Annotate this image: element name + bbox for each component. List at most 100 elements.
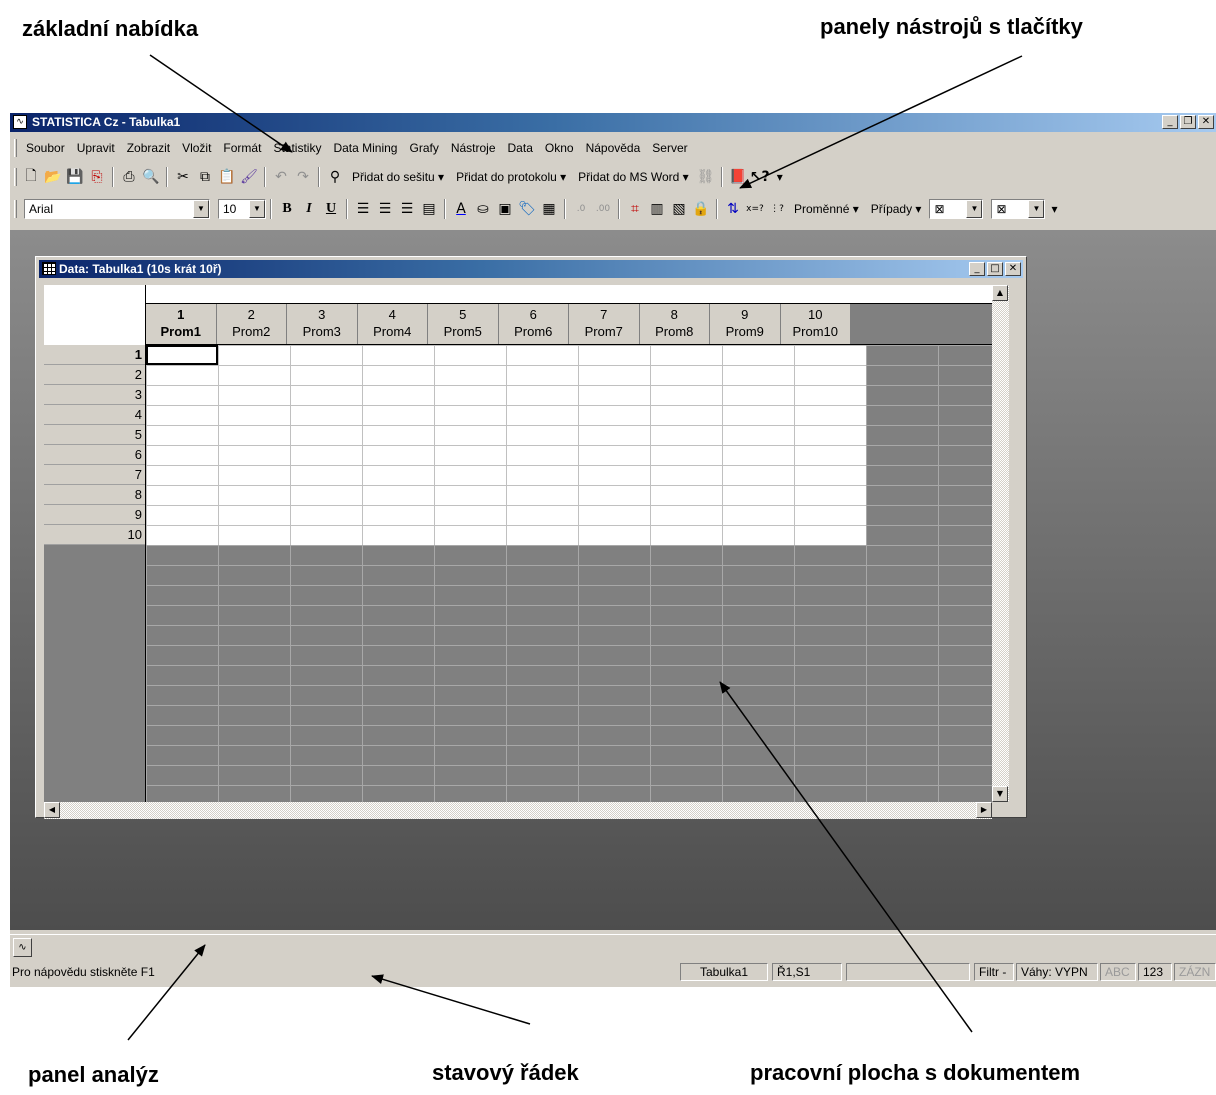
lock-icon[interactable]: 🔒 — [690, 198, 712, 220]
column-header[interactable]: 6 Prom6 — [498, 304, 569, 344]
format-painter-icon[interactable]: 🖌 — [238, 166, 260, 188]
doc-close-button[interactable]: ✕ — [1005, 262, 1021, 276]
menu-nastroje[interactable]: Nástroje — [445, 141, 502, 155]
status-filter[interactable]: Filtr - — [974, 963, 1014, 981]
menu-soubor[interactable]: Soubor — [20, 141, 71, 155]
row-header[interactable]: 5 — [44, 425, 146, 445]
row-header[interactable]: 6 — [44, 445, 146, 465]
open-folder-icon[interactable]: 📂 — [42, 166, 64, 188]
data-cells[interactable] — [146, 345, 866, 545]
cases-menu-button[interactable]: Případy ▾ — [865, 202, 928, 216]
column-header[interactable]: 5 Prom5 — [428, 304, 499, 344]
menu-napoveda[interactable]: Nápověda — [580, 141, 647, 155]
row-header[interactable]: 10 — [44, 525, 146, 545]
italic-icon[interactable]: I — [298, 198, 320, 220]
row-header[interactable]: 3 — [44, 385, 146, 405]
case-filter-icon[interactable]: ⋮? — [766, 198, 788, 220]
app-logo-icon[interactable]: ∿ — [13, 115, 27, 129]
font-color-icon[interactable]: A — [450, 198, 472, 220]
menu-okno[interactable]: Okno — [539, 141, 580, 155]
print-icon[interactable]: ⎙ — [118, 166, 140, 188]
underline-icon[interactable]: U — [320, 198, 342, 220]
scroll-left-icon[interactable]: ◀ — [44, 802, 60, 818]
chevron-down-icon[interactable]: ▼ — [1028, 200, 1045, 218]
chevron-down-icon[interactable]: ▼ — [193, 200, 209, 218]
font-size-select[interactable]: 10 ▼ — [218, 199, 266, 219]
toolbar-grip-2[interactable] — [14, 200, 17, 218]
doc-minimize-button[interactable]: _ — [969, 262, 985, 276]
align-center-icon[interactable]: ☰ — [374, 198, 396, 220]
book-icon[interactable]: 📕 — [727, 166, 749, 188]
row-header[interactable]: 1 — [44, 345, 146, 365]
border-icon[interactable]: ▣ — [494, 198, 516, 220]
menu-format[interactable]: Formát — [217, 141, 267, 155]
menu-server[interactable]: Server — [646, 141, 693, 155]
column-header[interactable]: 7 Prom7 — [569, 304, 640, 344]
minimize-button[interactable]: _ — [1162, 115, 1178, 129]
menu-statistiky[interactable]: Statistiky — [267, 141, 327, 155]
toolbar-grip[interactable] — [14, 168, 17, 186]
fill-color-icon[interactable]: ⛀ — [472, 198, 494, 220]
help-pointer-icon[interactable]: ↖? — [749, 166, 771, 188]
row-header[interactable]: 4 — [44, 405, 146, 425]
cell-format-icon[interactable]: ▤ — [418, 198, 440, 220]
redo-icon[interactable]: ↷ — [292, 166, 314, 188]
column-header[interactable]: 1 Prom1 — [146, 304, 217, 344]
font-select[interactable]: Arial ▼ — [24, 199, 210, 219]
tag-icon[interactable]: 🏷 — [516, 198, 538, 220]
analysis-logo-icon[interactable]: ∿ — [13, 938, 32, 957]
paste-icon[interactable]: 📋 — [216, 166, 238, 188]
missing-values-icon[interactable]: x=? — [744, 198, 766, 220]
add-to-word-button[interactable]: Přidat do MS Word ▾ — [572, 170, 695, 184]
new-document-icon[interactable]: 🗋 — [20, 166, 42, 188]
copy-icon[interactable]: ⧉ — [194, 166, 216, 188]
status-weights[interactable]: Váhy: VYPN — [1016, 963, 1098, 981]
case-specs-icon[interactable]: ▧ — [668, 198, 690, 220]
bold-icon[interactable]: B — [276, 198, 298, 220]
cut-icon[interactable]: ✂ — [172, 166, 194, 188]
sort-icon[interactable]: ⇅ — [722, 198, 744, 220]
document-titlebar[interactable]: Data: Tabulka1 (10s krát 10ř) _ □ ✕ — [39, 260, 1023, 278]
column-header[interactable]: 4 Prom4 — [357, 304, 428, 344]
pdf-icon[interactable]: ⎘ — [86, 166, 108, 188]
menu-data[interactable]: Data — [502, 141, 539, 155]
active-cell[interactable] — [146, 345, 218, 365]
menu-vlozit[interactable]: Vložit — [176, 141, 217, 155]
restore-button[interactable]: ❐ — [1180, 115, 1196, 129]
menu-zobrazit[interactable]: Zobrazit — [121, 141, 176, 155]
column-header[interactable]: 8 Prom8 — [639, 304, 710, 344]
scroll-right-icon[interactable]: ▶ — [976, 802, 992, 818]
link-icon[interactable]: ⛓ — [695, 166, 717, 188]
add-to-report-button[interactable]: Přidat do protokolu ▾ — [450, 170, 572, 184]
align-right-icon[interactable]: ☰ — [396, 198, 418, 220]
menu-upravit[interactable]: Upravit — [71, 141, 121, 155]
undo-icon[interactable]: ↶ — [270, 166, 292, 188]
app-titlebar[interactable]: ∿ STATISTICA Cz - Tabulka1 _ ❐ ✕ — [10, 113, 1216, 132]
row-header[interactable]: 2 — [44, 365, 146, 385]
column-header[interactable]: 3 Prom3 — [287, 304, 358, 344]
horizontal-scrollbar[interactable]: ◀ ▶ — [44, 802, 992, 819]
print-preview-icon[interactable]: 🔍 — [140, 166, 162, 188]
add-to-workbook-button[interactable]: Přidat do sešitu ▾ — [346, 170, 450, 184]
save-icon[interactable]: 💾 — [64, 166, 86, 188]
doc-maximize-button[interactable]: □ — [987, 262, 1003, 276]
menu-grafy[interactable]: Grafy — [403, 141, 444, 155]
decrease-decimal-icon[interactable]: .00 — [592, 198, 614, 220]
scroll-down-icon[interactable]: ▼ — [992, 786, 1008, 802]
close-button[interactable]: ✕ — [1198, 115, 1214, 129]
variable-specs-icon[interactable]: ▥ — [646, 198, 668, 220]
chevron-down-icon[interactable]: ▼ — [966, 200, 983, 218]
find-binoculars-icon[interactable]: ⚲ — [324, 166, 346, 188]
chevron-down-icon[interactable]: ▼ — [249, 200, 265, 218]
spreadsheet-icon[interactable] — [42, 262, 56, 275]
column-header[interactable]: 10 Prom10 — [780, 304, 851, 344]
menu-grip[interactable] — [14, 139, 17, 157]
marker-select-2[interactable]: ⊠ ▼ — [991, 199, 1046, 219]
table-icon[interactable]: ⌗ — [624, 198, 646, 220]
column-header[interactable]: 2 Prom2 — [216, 304, 287, 344]
toolbar-options-chevron-icon[interactable]: ▾ — [771, 170, 789, 184]
marker-select-1[interactable]: ⊠ ▼ — [929, 199, 984, 219]
toolbar-options-chevron-icon[interactable]: ▾ — [1045, 202, 1063, 216]
row-header[interactable]: 8 — [44, 485, 146, 505]
variables-menu-button[interactable]: Proměnné ▾ — [788, 202, 865, 216]
